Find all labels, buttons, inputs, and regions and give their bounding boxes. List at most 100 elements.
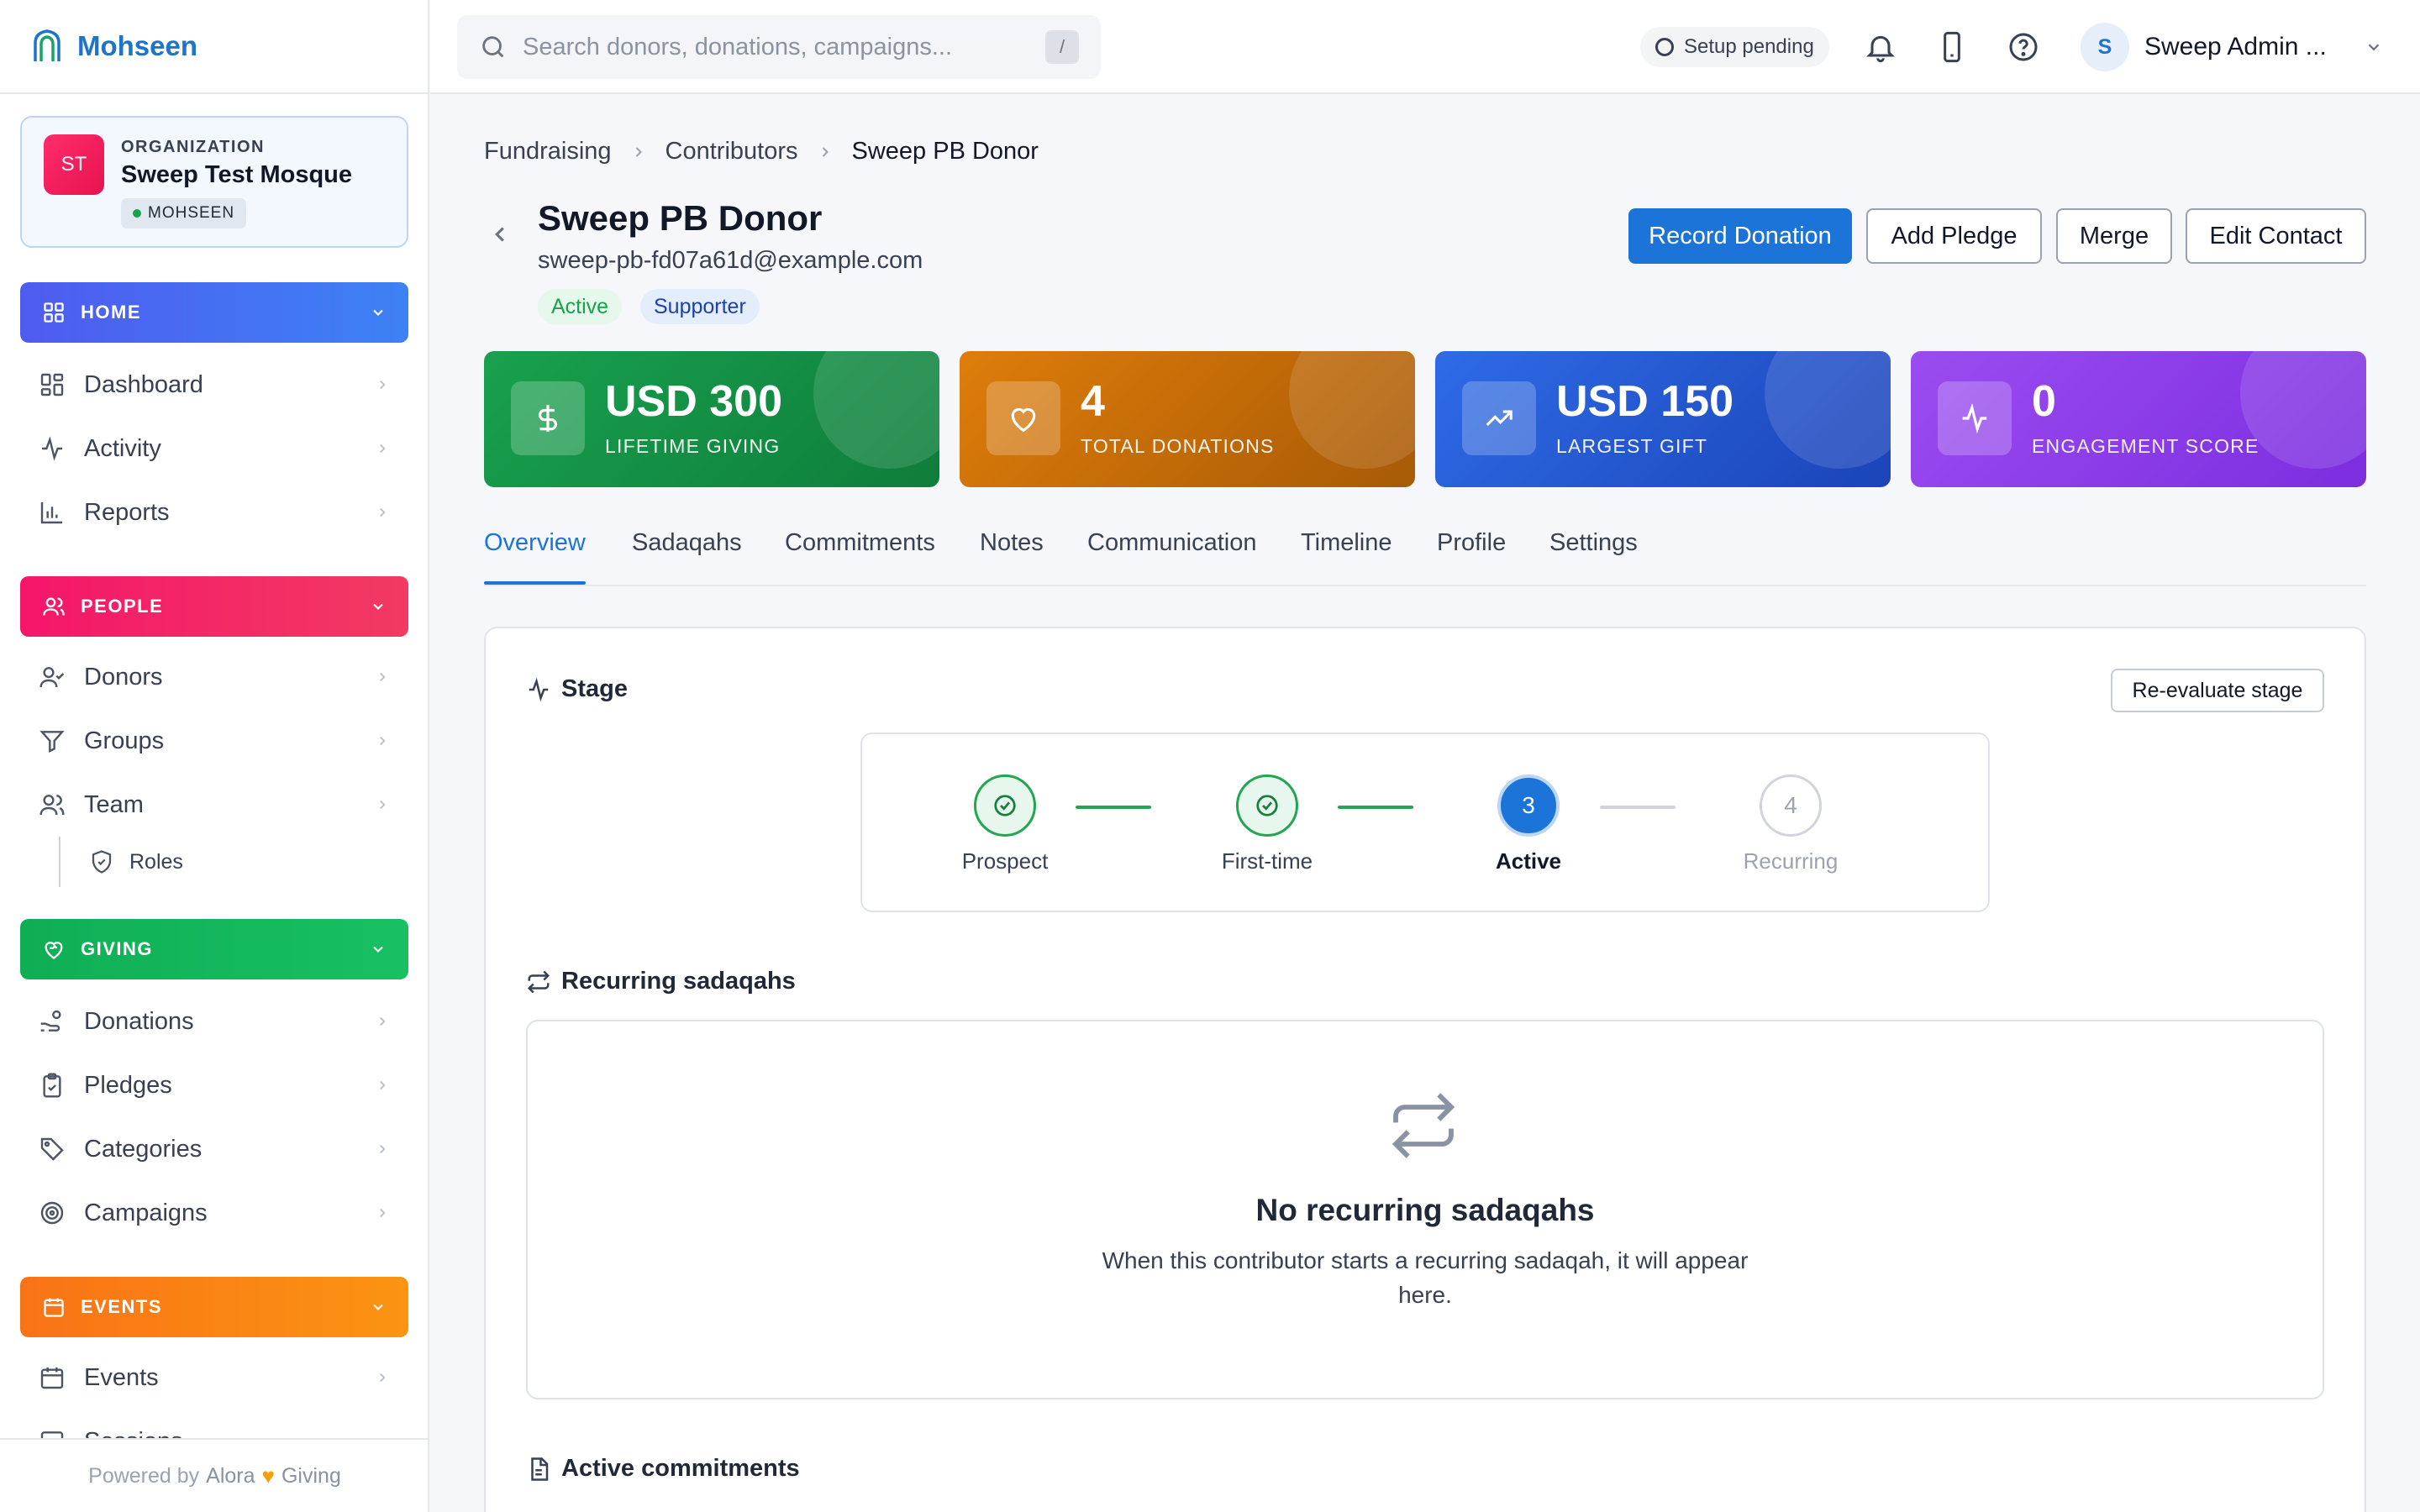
brand[interactable]: Mohseen (0, 0, 428, 94)
sidebar-item-label: Team (84, 790, 144, 818)
organization-card[interactable]: ST ORGANIZATION Sweep Test Mosque MOHSEE… (20, 116, 408, 248)
sidebar-item-reports[interactable]: Reports (20, 486, 408, 539)
sidebar-item-donors[interactable]: Donors (20, 650, 408, 704)
chevron-down-icon (373, 946, 383, 953)
add-pledge-button[interactable]: Add Pledge (1866, 208, 2042, 264)
tab-profile[interactable]: Profile (1437, 529, 1506, 585)
chevron-right-icon (380, 1373, 386, 1383)
section-title-text: Stage (561, 675, 628, 702)
chevron-right-icon (380, 1208, 386, 1218)
tab-settings[interactable]: Settings (1549, 529, 1638, 585)
sidebar-item-label: Events (84, 1363, 159, 1391)
tab-commitments[interactable]: Commitments (785, 529, 935, 585)
chevron-left-icon[interactable] (487, 222, 513, 247)
chevron-down-icon (2368, 44, 2380, 51)
sidebar-item-label: Activity (84, 434, 161, 462)
sidebar-item-team[interactable]: Team (20, 778, 408, 832)
decorative-circle (813, 351, 939, 469)
mosque-arch-icon (34, 29, 60, 61)
search-bar[interactable]: / (457, 15, 1101, 79)
team-icon (39, 795, 65, 816)
breadcrumb-contributors[interactable]: Contributors (666, 138, 798, 165)
chevron-down-icon (373, 603, 383, 610)
merge-button[interactable]: Merge (2056, 208, 2172, 264)
step-label: Prospect (961, 848, 1049, 874)
sidebar-item-dashboard[interactable]: Dashboard (20, 358, 408, 412)
check-circle-icon (974, 774, 1036, 837)
bell-icon[interactable] (1864, 30, 1897, 64)
sidebar-item-groups[interactable]: Groups (20, 714, 408, 768)
recurring-section-title: Recurring sadaqahs (526, 968, 796, 995)
decorative-circle (1289, 351, 1415, 469)
dashboard-icon (40, 373, 64, 396)
sidebar-item-label: Pledges (84, 1071, 172, 1099)
sidebar-item-campaigns[interactable]: Campaigns (20, 1186, 408, 1240)
stage-step-recurring: 4 Recurring (1723, 774, 1858, 874)
edit-contact-button[interactable]: Edit Contact (2186, 208, 2366, 264)
chevron-right-icon (380, 736, 386, 746)
commitments-section-title: Active commitments (526, 1455, 800, 1483)
tab-overview[interactable]: Overview (484, 529, 586, 585)
reevaluate-stage-button[interactable]: Re-evaluate stage (2111, 669, 2324, 712)
org-tag: MOHSEEN (121, 198, 247, 228)
activity-icon (1962, 403, 1987, 433)
sidebar-item-pledges[interactable]: Pledges (20, 1058, 408, 1112)
sidebar-item-activity[interactable]: Activity (20, 422, 408, 475)
chevron-right-icon (822, 146, 829, 157)
sidebar-item-events[interactable]: Events (20, 1351, 408, 1404)
role-badge: Supporter (640, 289, 760, 324)
empty-state-title: No recurring sadaqahs (1255, 1193, 1595, 1227)
step-number: 4 (1760, 774, 1822, 837)
help-circle-icon[interactable] (2007, 30, 2040, 64)
chevron-down-icon (373, 1304, 383, 1310)
chevron-right-icon (380, 1144, 386, 1154)
circle-icon (1655, 38, 1674, 56)
mobile-icon[interactable] (1935, 30, 1969, 64)
user-menu[interactable]: S Sweep Admin ... (2081, 22, 2383, 72)
tab-sadaqahs[interactable]: Sadaqahs (632, 529, 742, 585)
tab-timeline[interactable]: Timeline (1301, 529, 1392, 585)
users-icon (43, 597, 65, 616)
sidebar-item-categories[interactable]: Categories (20, 1122, 408, 1176)
tab-communication[interactable]: Communication (1087, 529, 1256, 585)
heart-icon: ♥ (261, 1462, 275, 1488)
section-title-text: Recurring sadaqahs (561, 968, 796, 995)
sidebar-item-label: Campaigns (84, 1199, 208, 1226)
target-icon (40, 1201, 64, 1225)
record-donation-button[interactable]: Record Donation (1628, 208, 1852, 264)
stat-icon-box (511, 381, 585, 455)
org-avatar: ST (44, 134, 104, 195)
search-input[interactable] (523, 33, 1045, 61)
sidebar-item-label: Donations (84, 1007, 194, 1035)
stat-value: USD 300 (605, 377, 782, 426)
stat-card-lifetime-giving: USD 300 LIFETIME GIVING (484, 351, 939, 487)
nav-group-home[interactable]: HOME (20, 282, 408, 343)
stat-icon-box (1938, 381, 2012, 455)
step-label: Active (1495, 848, 1562, 874)
tags-icon (40, 1137, 64, 1161)
stage-stepper: Prospect First-time 3 Active 4 Recurring (860, 732, 1990, 912)
nav-group-giving[interactable]: GIVING (20, 919, 408, 979)
step-label: Recurring (1743, 848, 1839, 874)
chevron-right-icon (380, 672, 386, 682)
footer-prefix: Powered by (88, 1463, 200, 1488)
tab-notes[interactable]: Notes (980, 529, 1044, 585)
nav-group-people[interactable]: PEOPLE (20, 576, 408, 637)
breadcrumb-fundraising[interactable]: Fundraising (484, 138, 612, 165)
chevron-right-icon (380, 380, 386, 390)
chevron-right-icon (380, 1080, 386, 1090)
sidebar-item-donations[interactable]: Donations (20, 995, 408, 1048)
activity-icon (529, 677, 549, 701)
setup-status-pill[interactable]: Setup pending (1640, 27, 1829, 67)
stage-step-prospect: Prospect (938, 774, 1072, 874)
step-number: 3 (1497, 774, 1560, 837)
sidebar-item-label: Dashboard (84, 370, 203, 398)
repeat-icon (1392, 1093, 1455, 1158)
nav-group-label: PEOPLE (81, 596, 164, 617)
page-title: Sweep PB Donor (538, 198, 823, 238)
activity-icon (42, 436, 62, 461)
sidebar-subitem-roles[interactable]: Roles (89, 837, 183, 887)
sidebar: Mohseen ST ORGANIZATION Sweep Test Mosqu… (0, 0, 429, 1512)
nav-group-events[interactable]: EVENTS (20, 1277, 408, 1337)
setup-status-label: Setup pending (1684, 35, 1814, 58)
